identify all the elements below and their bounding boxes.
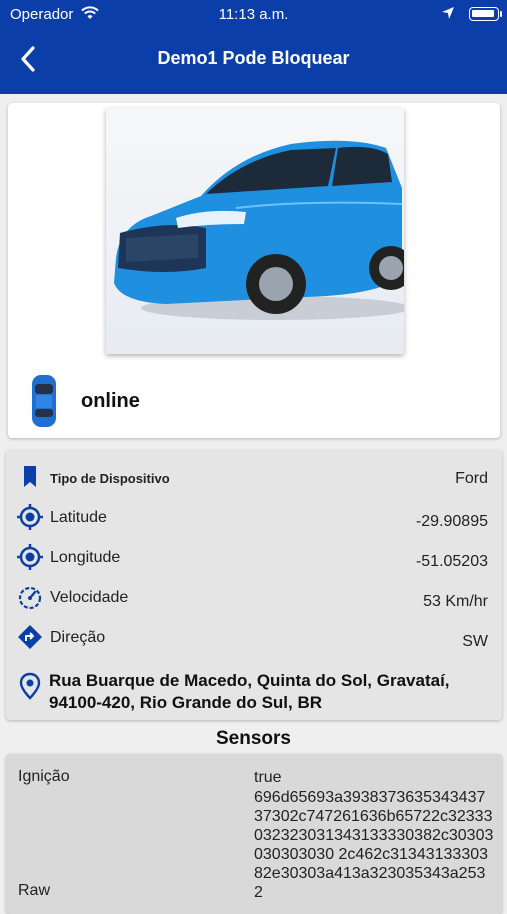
device-type-value: Ford: [455, 470, 488, 487]
direction-row: Direção SW: [6, 623, 502, 651]
raw-label: Raw: [18, 882, 51, 899]
clock: 11:13 a.m.: [218, 6, 289, 23]
device-type-label: Tipo de Dispositivo: [50, 471, 170, 486]
car-top-icon: [32, 375, 56, 427]
longitude-value: -51.05203: [415, 553, 488, 570]
direction-label: Direção: [50, 629, 106, 646]
vehicle-card: online: [8, 103, 500, 438]
direction-value: SW: [462, 633, 488, 650]
location-arrow-icon: [442, 7, 454, 19]
speed-label: Velocidade: [50, 589, 129, 606]
speed-value: 53 Km/hr: [423, 593, 488, 610]
battery-icon: [469, 7, 502, 21]
address-text: Rua Buarque de Macedo, Quinta do Sol, Gr…: [49, 671, 450, 712]
vehicle-status: online: [81, 390, 140, 412]
sensors-heading: Sensors: [216, 728, 291, 749]
ignition-value: true: [254, 769, 282, 786]
ignition-label: Ignição: [18, 768, 70, 785]
speedometer-icon: [18, 586, 42, 610]
map-pin-icon: [19, 672, 41, 700]
latitude-value: -29.90895: [415, 513, 488, 530]
latitude-row: Latitude -29.90895: [6, 503, 502, 531]
longitude-row: Longitude -51.05203: [6, 543, 502, 571]
latitude-label: Latitude: [50, 509, 107, 526]
raw-value: 696d65693a393837363534343737302c74726163…: [254, 789, 494, 901]
vehicle-photo: [106, 108, 404, 354]
gps-target-icon: [17, 544, 43, 570]
directions-icon: [18, 625, 42, 649]
bookmark-icon: [24, 466, 36, 487]
status-bar: Operador 11:13 a.m.: [0, 0, 507, 28]
page-title: Demo1 Pode Bloquear: [157, 48, 350, 68]
speed-row: Velocidade 53 Km/hr: [6, 583, 502, 611]
longitude-label: Longitude: [50, 549, 121, 566]
vehicle-details-card: Tipo de Dispositivo Ford Latitude -29.90…: [6, 450, 502, 720]
device-type-row: Tipo de Dispositivo Ford: [6, 462, 502, 490]
sensors-card: Ignição true Raw 696d65693a3938373635343…: [6, 754, 502, 914]
app-header: Operador 11:13 a.m. Demo1 Pode Bloquear: [0, 0, 507, 94]
gps-target-icon: [17, 504, 43, 530]
